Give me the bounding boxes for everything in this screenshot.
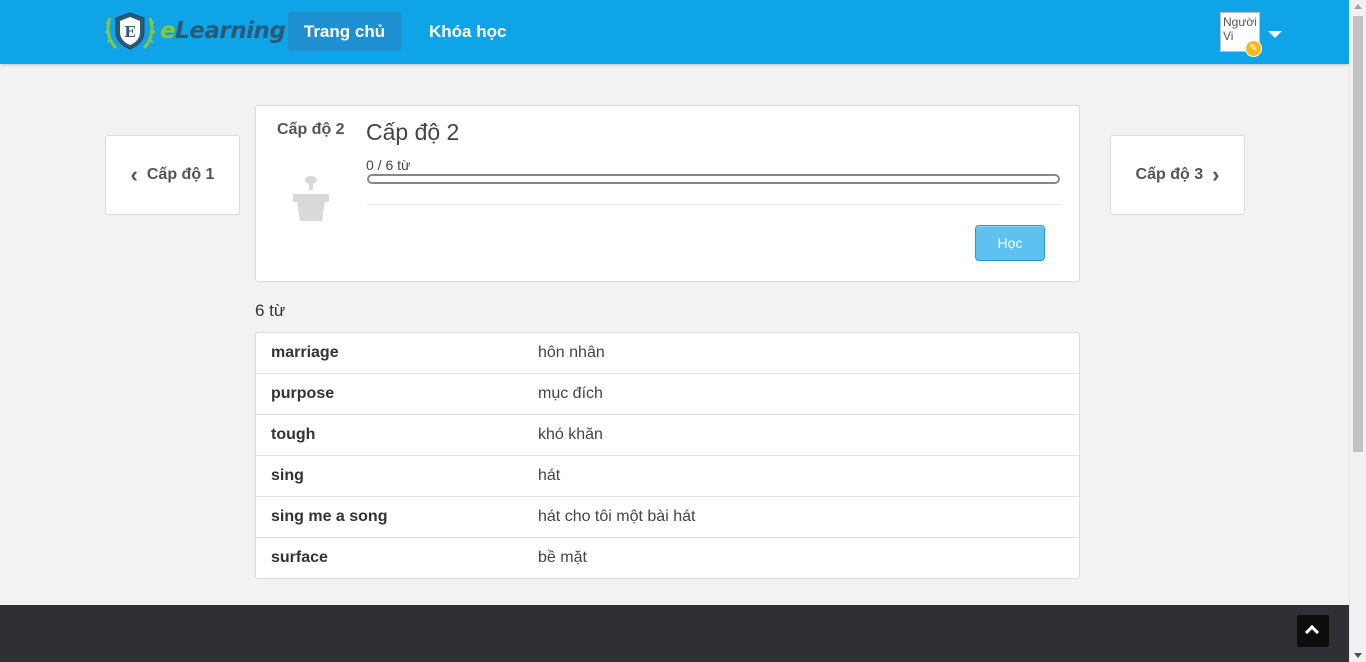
- word-vietnamese: mục đích: [538, 385, 603, 402]
- nav-home[interactable]: Trang chủ: [288, 12, 401, 51]
- plant-pot-icon: [291, 172, 331, 222]
- progress-bar: [367, 174, 1060, 184]
- word-row: marriage hôn nhân: [256, 333, 1079, 374]
- chevron-left-icon: ‹: [130, 162, 138, 187]
- word-list: marriage hôn nhân purpose mục đích tough khó …: [255, 332, 1080, 579]
- level-card: Cấp độ 2 Cấp độ 2 0 / 6 từ Học: [255, 105, 1080, 282]
- word-vietnamese: hát cho tôi một bài hát: [538, 508, 696, 525]
- nav-courses[interactable]: Khóa học: [411, 12, 524, 51]
- word-english: sing: [271, 467, 304, 484]
- scroll-down-arrow-icon[interactable]: [1354, 653, 1362, 658]
- chevron-up-icon: [1304, 624, 1320, 640]
- next-level-button[interactable]: Cấp độ 3 ›: [1110, 135, 1245, 215]
- prev-level-label: Cấp độ 1: [146, 166, 215, 183]
- level-tag: Cấp độ 2: [277, 121, 345, 138]
- top-navbar: E eLearning Trang chủ Khóa học Người Vi …: [0, 0, 1349, 64]
- word-vietnamese: hôn nhân: [538, 344, 605, 361]
- user-menu-caret-icon[interactable]: [1268, 31, 1282, 38]
- word-row: purpose mục đích: [256, 374, 1079, 415]
- word-vietnamese: hát: [538, 467, 561, 484]
- shield-emblem-icon: E: [104, 8, 156, 54]
- word-english: tough: [271, 426, 316, 443]
- word-row: tough khó khăn: [256, 415, 1079, 456]
- word-row: sing hát: [256, 456, 1079, 497]
- logo-text: eLearning: [160, 18, 286, 44]
- word-row: surface bề mặt: [256, 538, 1079, 578]
- prev-level-button[interactable]: ‹ Cấp độ 1: [105, 135, 240, 215]
- word-row: sing me a song hát cho tôi một bài hát: [256, 497, 1079, 538]
- level-title: Cấp độ 2: [366, 119, 460, 145]
- footer: [0, 605, 1349, 662]
- next-level-label: Cấp độ 3: [1135, 166, 1204, 183]
- page-scrollbar[interactable]: [1349, 0, 1366, 662]
- word-vietnamese: bề mặt: [538, 549, 587, 566]
- site-logo[interactable]: E eLearning: [104, 8, 286, 54]
- scrollbar-thumb[interactable]: [1353, 16, 1363, 452]
- learn-button[interactable]: Học: [975, 225, 1045, 261]
- word-english: surface: [271, 549, 328, 566]
- word-english: sing me a song: [271, 508, 388, 525]
- back-to-top-button[interactable]: [1297, 615, 1329, 647]
- chevron-right-icon: ›: [1212, 162, 1220, 187]
- word-english: purpose: [271, 385, 335, 402]
- divider: [367, 204, 1060, 205]
- pencil-badge-icon: ✎: [1245, 40, 1262, 57]
- word-english: marriage: [271, 344, 339, 361]
- word-count: 6 từ: [255, 301, 286, 320]
- svg-text:E: E: [124, 23, 135, 41]
- word-vietnamese: khó khăn: [538, 426, 603, 443]
- scroll-up-arrow-icon[interactable]: [1354, 4, 1362, 9]
- progress-label: 0 / 6 từ: [366, 157, 411, 173]
